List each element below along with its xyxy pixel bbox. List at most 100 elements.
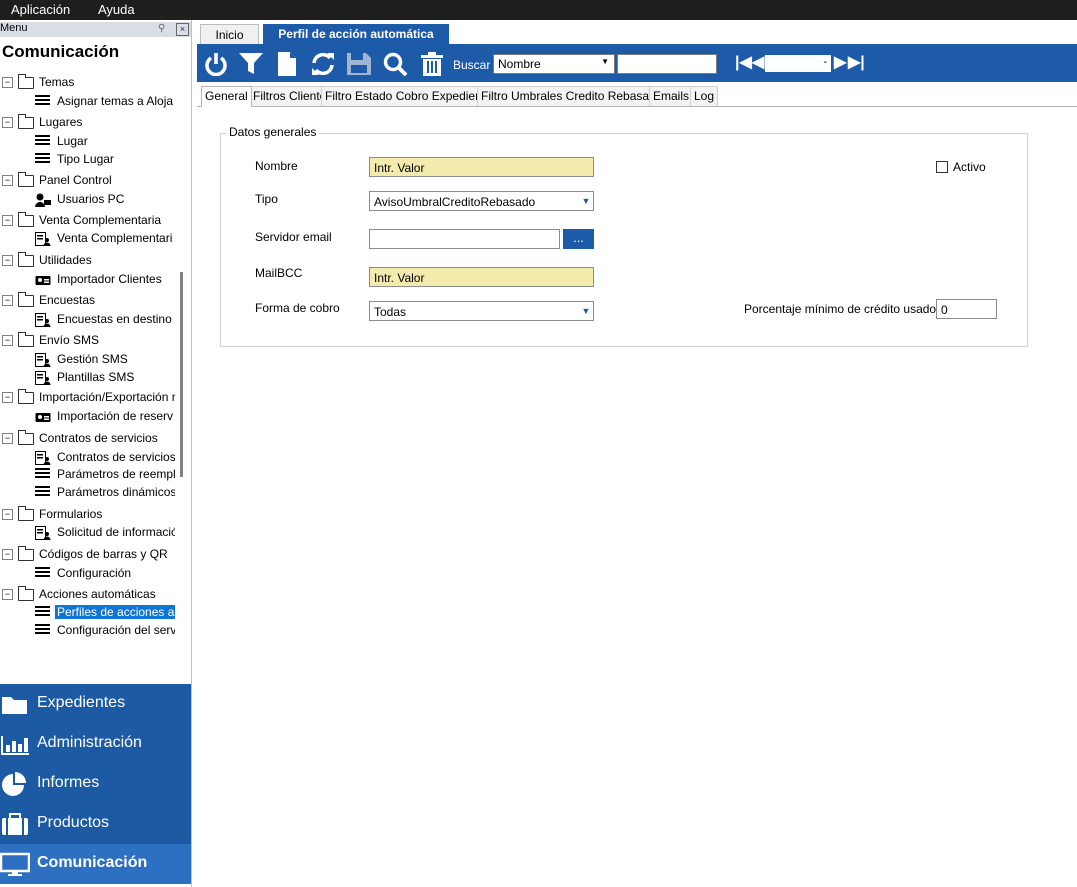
tab-inicio[interactable]: Inicio [200,24,259,45]
browse-server-button[interactable]: ... [563,229,594,249]
search-field-select[interactable]: Nombre ▼ [493,54,615,74]
navigation-tree: − Temas Asignar temas a Aloja − Lugares Lugar… [0,66,175,686]
tree-item-label: Importador Clientes [57,272,162,286]
collapse-icon[interactable]: − [2,392,13,403]
tree-item-label: Parámetros dinámicos [57,485,175,499]
subtab-filtro-estado-cobro[interactable]: Filtro Estado Cobro Expediente [321,86,496,106]
search-icon[interactable] [383,52,409,76]
nombre-label: Nombre [255,159,298,173]
tree-item-label: Lugar [57,134,88,148]
subtab-filtros-cliente[interactable]: Filtros Cliente [249,86,331,106]
new-document-icon[interactable] [274,52,300,76]
forma-cobro-value: Todas [374,305,407,319]
id-card-icon [35,410,51,423]
menu-panel-header: Menu ⚲ × [0,22,191,37]
folder-icon [18,506,34,521]
refresh-icon[interactable] [310,52,336,76]
tree-item-label: Importación de reserv [57,409,174,423]
collapse-icon[interactable]: − [2,433,13,444]
folder-icon [18,252,34,267]
tree-folder-label: Envío SMS [39,333,100,347]
nav-informes[interactable]: Informes [0,764,191,804]
tree-item-label: Perfiles de acciones a [55,605,175,619]
collapse-icon[interactable]: − [2,117,13,128]
collapse-icon[interactable]: − [2,77,13,88]
collapse-icon[interactable]: − [2,295,13,306]
menu-aplicacion[interactable]: Aplicación [11,2,70,17]
document-tabs: Inicio Perfil de acción automática [197,20,1077,45]
tree-item-label: Asignar temas a Aloja [57,94,174,108]
next-record-icon[interactable]: ▶ [834,54,846,72]
collapse-icon[interactable]: − [2,175,13,186]
folder-icon [18,114,34,129]
nav-administracion[interactable]: Administración [0,724,191,764]
list-icon [35,567,51,580]
tree-item-label: Gestión SMS [57,352,128,366]
section-title: Comunicación [2,42,120,61]
collapse-icon[interactable]: − [2,549,13,560]
activo-checkbox[interactable] [936,161,948,173]
folder-icon [18,389,34,404]
tree-folder-label: Utilidades [39,253,92,267]
tree-item-label: Plantillas SMS [57,370,135,384]
nav-comunicacion[interactable]: Comunicación [0,844,191,884]
user-pc-icon [35,193,51,207]
tree-item-label: Solicitud de informació [57,525,175,539]
tree-folder-label: Encuestas [39,293,96,307]
tree-folder-label: Contratos de servicios [39,431,158,445]
trash-icon[interactable] [419,52,445,76]
mailbcc-field[interactable]: Intr. Valor [369,267,594,287]
servidor-email-field[interactable] [369,229,560,249]
menu-ayuda[interactable]: Ayuda [98,2,135,17]
nombre-field[interactable]: Intr. Valor [369,157,594,177]
tipo-select[interactable]: AvisoUmbralCreditoRebasado ▼ [369,191,594,211]
tree-folder-label: Acciones automáticas [39,587,156,601]
power-icon[interactable] [203,52,229,76]
save-icon[interactable] [346,52,372,76]
porcentaje-field[interactable]: 0 [936,299,997,319]
collapse-icon[interactable]: − [2,255,13,266]
last-record-icon[interactable]: ▶| [848,54,865,72]
search-input[interactable] [617,54,717,74]
subtab-emails[interactable]: Emails [649,86,694,106]
collapse-icon[interactable]: − [2,589,13,600]
tree-vertical-scrollbar[interactable] [180,272,183,477]
tipo-label: Tipo [255,192,278,206]
tree-folder-label: Temas [39,75,75,89]
chevron-down-icon: ▼ [581,306,591,316]
subtab-log[interactable]: Log [690,86,719,106]
nombre-value: Intr. Valor [374,161,425,175]
nav-label: Comunicación [37,854,148,871]
form-user-icon [35,232,51,246]
tree-item-label: Usuarios PC [57,192,125,206]
search-field-value: Nombre [498,57,541,71]
form-user-icon [35,371,51,385]
activo-label: Activo [953,160,986,174]
list-icon [35,606,51,619]
chevron-down-icon: ▼ [581,196,591,206]
nav-label: Expedientes [37,694,126,711]
nav-label: Informes [37,774,100,791]
nav-label: Administración [37,734,142,751]
close-icon[interactable]: × [176,23,189,36]
collapse-icon[interactable]: − [2,215,13,226]
previous-record-icon[interactable]: ◀ [752,54,764,72]
tree-folder-label: Importación/Exportación r [39,390,175,404]
first-record-icon[interactable]: |◀ [735,54,752,72]
record-position-input[interactable]: - [765,55,831,72]
collapse-icon[interactable]: − [2,509,13,520]
tree-folder-label: Lugares [39,115,83,129]
tab-perfil-accion-automatica[interactable]: Perfil de acción automática [263,24,449,44]
tree-item-label: Venta Complementari [57,231,173,245]
nav-productos[interactable]: Productos [0,804,191,844]
nav-expedientes[interactable]: Expedientes [0,684,191,724]
tree-item-label: Parámetros de reempl [57,467,175,481]
list-icon [35,486,51,499]
filter-icon[interactable] [238,52,264,76]
subtab-filtro-umbrales[interactable]: Filtro Umbrales Credito Rebasado [477,86,667,106]
forma-cobro-select[interactable]: Todas ▼ [369,301,594,321]
subtab-general[interactable]: General [201,86,252,107]
folder-icon [18,292,34,307]
pin-icon[interactable]: ⚲ [158,23,169,34]
collapse-icon[interactable]: − [2,335,13,346]
